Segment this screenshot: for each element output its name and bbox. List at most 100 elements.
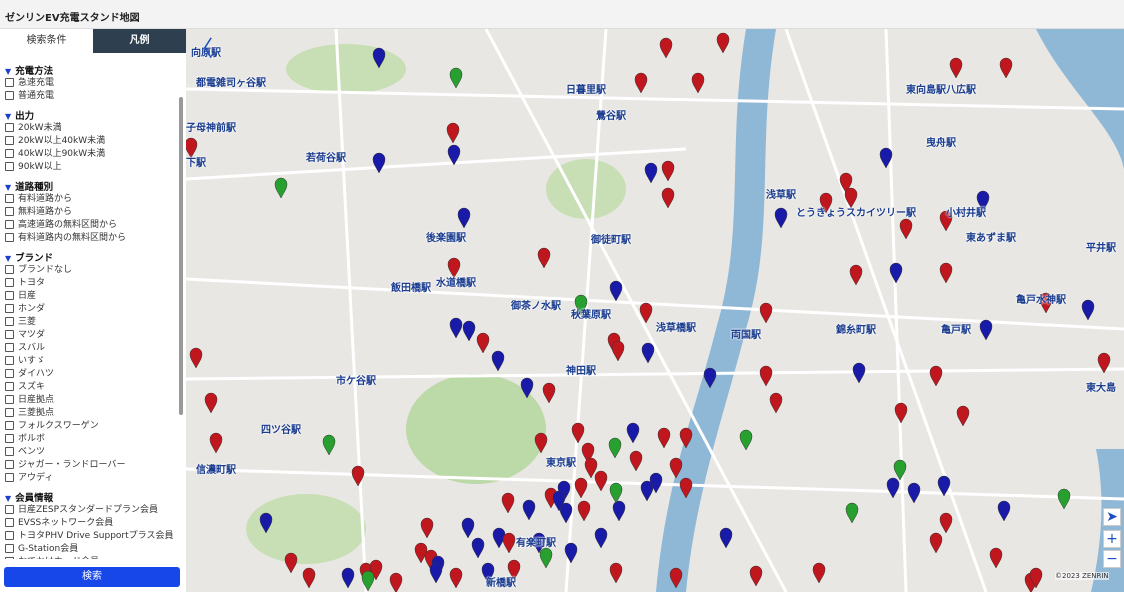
checkbox[interactable] — [5, 162, 14, 171]
filter-checkbox-item[interactable]: 20kW以上40kW未満 — [5, 134, 178, 147]
section-header[interactable]: ▼ ブランド — [5, 250, 178, 264]
filter-checkbox-item[interactable]: 高速道路の無料区間から — [5, 218, 178, 231]
filter-checkbox-item[interactable]: 三菱拠点 — [5, 406, 178, 419]
charging-station-marker-green[interactable] — [893, 459, 907, 481]
checkbox[interactable] — [5, 382, 14, 391]
charging-station-marker-red[interactable] — [657, 427, 671, 449]
charging-station-marker-red[interactable] — [691, 72, 705, 94]
charging-station-marker-blue[interactable] — [471, 537, 485, 559]
charging-station-marker-red[interactable] — [899, 218, 913, 240]
checkbox[interactable] — [5, 220, 14, 229]
charging-station-marker-red[interactable] — [611, 340, 625, 362]
charging-station-marker-blue[interactable] — [886, 477, 900, 499]
charging-station-marker-green[interactable] — [361, 570, 375, 592]
charging-station-marker-blue[interactable] — [889, 262, 903, 284]
filter-checkbox-item[interactable]: 急速充電 — [5, 76, 178, 89]
charging-station-marker-blue[interactable] — [491, 350, 505, 372]
filter-checkbox-item[interactable]: ボルボ — [5, 432, 178, 445]
charging-station-marker-red[interactable] — [661, 160, 675, 182]
charging-station-marker-red[interactable] — [759, 302, 773, 324]
charging-station-marker-red[interactable] — [189, 347, 203, 369]
checkbox[interactable] — [5, 207, 14, 216]
checkbox[interactable] — [5, 123, 14, 132]
filter-checkbox-item[interactable]: ジャガー・ランドローバー — [5, 458, 178, 471]
filter-checkbox-item[interactable]: 日産拠点 — [5, 393, 178, 406]
checkbox[interactable] — [5, 447, 14, 456]
filter-checkbox-item[interactable]: 日産 — [5, 289, 178, 302]
checkbox[interactable] — [5, 518, 14, 527]
charging-station-marker-blue[interactable] — [626, 422, 640, 444]
checkbox[interactable] — [5, 91, 14, 100]
charging-station-marker-red[interactable] — [949, 57, 963, 79]
filter-checkbox-item[interactable]: アウディ — [5, 471, 178, 484]
charging-station-marker-blue[interactable] — [719, 527, 733, 549]
charging-station-marker-blue[interactable] — [429, 562, 443, 584]
checkbox[interactable] — [5, 343, 14, 352]
charging-station-marker-red[interactable] — [302, 567, 316, 589]
charging-station-marker-blue[interactable] — [774, 207, 788, 229]
filter-checkbox-item[interactable]: トヨタPHV Drive Supportプラス会員 — [5, 529, 178, 542]
section-header[interactable]: ▼ 会員情報 — [5, 490, 178, 504]
filter-checkbox-item[interactable]: フォルクスワーゲン — [5, 419, 178, 432]
filter-checkbox-item[interactable]: ダイハツ — [5, 367, 178, 380]
charging-station-marker-green[interactable] — [322, 434, 336, 456]
checkbox[interactable] — [5, 557, 14, 559]
search-button[interactable]: 検索 — [4, 567, 180, 587]
map[interactable]: 向原駅 日暮里駅 八広駅 都電雑司ヶ谷駅 東向島駅 子母神前駅 若荷谷駅 鶯谷駅 曳舟駅 下駅 浅草… — [186, 29, 1124, 592]
checkbox[interactable] — [5, 505, 14, 514]
filter-checkbox-item[interactable]: 普通充電 — [5, 89, 178, 102]
filter-checkbox-item[interactable]: トヨタ — [5, 276, 178, 289]
sidebar-scrollbar[interactable] — [178, 67, 184, 557]
charging-station-marker-red[interactable] — [999, 57, 1013, 79]
charging-station-marker-green[interactable] — [609, 482, 623, 504]
charging-station-marker-red[interactable] — [956, 405, 970, 427]
checkbox[interactable] — [5, 531, 14, 540]
filter-checkbox-item[interactable]: マツダ — [5, 328, 178, 341]
checkbox[interactable] — [5, 395, 14, 404]
filter-checkbox-item[interactable]: いすゞ — [5, 354, 178, 367]
charging-station-marker-blue[interactable] — [594, 527, 608, 549]
charging-station-marker-red[interactable] — [204, 392, 218, 414]
charging-station-marker-red[interactable] — [609, 562, 623, 584]
checkbox[interactable] — [5, 194, 14, 203]
filter-checkbox-item[interactable]: スバル — [5, 341, 178, 354]
charging-station-marker-red[interactable] — [939, 512, 953, 534]
charging-station-marker-blue[interactable] — [641, 342, 655, 364]
filter-checkbox-item[interactable]: 無料道路から — [5, 205, 178, 218]
charging-station-marker-red[interactable] — [284, 552, 298, 574]
charging-station-marker-blue[interactable] — [979, 319, 993, 341]
charging-station-marker-red[interactable] — [449, 567, 463, 589]
zoom-in-button[interactable]: + — [1103, 530, 1121, 548]
section-header[interactable]: ▼ 出力 — [5, 108, 178, 122]
filter-checkbox-item[interactable]: スズキ — [5, 380, 178, 393]
checkbox[interactable] — [5, 434, 14, 443]
checkbox[interactable] — [5, 408, 14, 417]
charging-station-marker-green[interactable] — [274, 177, 288, 199]
checkbox[interactable] — [5, 233, 14, 242]
tab-legend[interactable]: 凡例 — [93, 29, 186, 53]
charging-station-marker-blue[interactable] — [997, 500, 1011, 522]
checkbox[interactable] — [5, 291, 14, 300]
charging-station-marker-blue[interactable] — [372, 152, 386, 174]
charging-station-marker-red[interactable] — [939, 262, 953, 284]
charging-station-marker-blue[interactable] — [462, 320, 476, 342]
checkbox[interactable] — [5, 278, 14, 287]
charging-station-marker-green[interactable] — [845, 502, 859, 524]
charging-station-marker-red[interactable] — [634, 72, 648, 94]
scrollbar-thumb[interactable] — [179, 97, 183, 415]
charging-station-marker-red[interactable] — [501, 492, 515, 514]
charging-station-marker-red[interactable] — [989, 547, 1003, 569]
charging-station-marker-red[interactable] — [542, 382, 556, 404]
charging-station-marker-red[interactable] — [716, 32, 730, 54]
filter-checkbox-item[interactable]: 有料道路内の無料区間から — [5, 231, 178, 244]
filter-checkbox-item[interactable]: G-Station会員 — [5, 542, 178, 555]
charging-station-marker-red[interactable] — [209, 432, 223, 454]
charging-station-marker-blue[interactable] — [640, 480, 654, 502]
charging-station-marker-blue[interactable] — [341, 567, 355, 589]
collapse-sidebar-button[interactable]: 〈 — [191, 38, 213, 62]
tab-search-conditions[interactable]: 検索条件 — [0, 29, 93, 53]
charging-station-marker-red[interactable] — [849, 264, 863, 286]
filter-checkbox-item[interactable]: 有料道路から — [5, 192, 178, 205]
charging-station-marker-green[interactable] — [739, 429, 753, 451]
charging-station-marker-blue[interactable] — [1081, 299, 1095, 321]
